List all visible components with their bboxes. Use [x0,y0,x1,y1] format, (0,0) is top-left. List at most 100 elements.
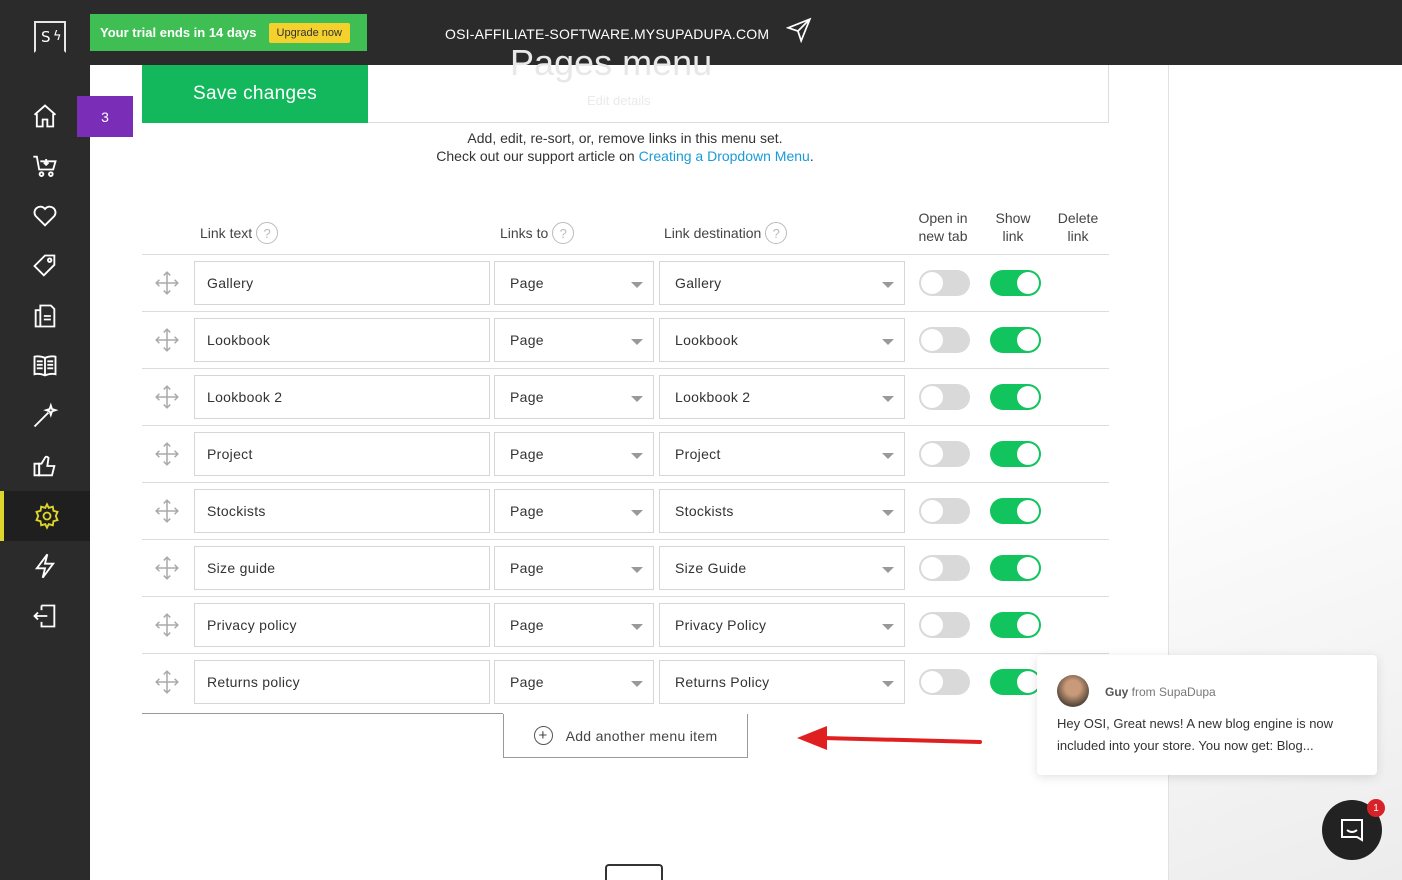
header-show-link-line2: link [1002,228,1024,244]
drag-handle-icon[interactable] [154,669,180,695]
drag-handle-icon[interactable] [154,384,180,410]
sidebar-item-marketing[interactable] [0,441,90,491]
toggle-knob [1017,272,1039,294]
add-menu-item-label: Add another menu item [565,727,718,744]
link-text-input[interactable]: Returns policy [194,660,490,704]
link-destination-value: Size Guide [675,560,747,576]
help-icon[interactable]: ? [256,222,279,244]
open-new-tab-toggle[interactable] [919,669,970,695]
sidebar-item-blog[interactable] [0,341,90,391]
link-destination-select[interactable]: Lookbook [659,318,905,362]
open-new-tab-toggle[interactable] [919,270,970,296]
open-new-tab-toggle[interactable] [919,327,970,353]
toggle-knob [921,443,943,465]
divider [142,713,503,714]
show-link-toggle[interactable] [990,327,1041,353]
links-to-select[interactable]: Page [494,432,654,476]
table-row: Privacy policy Page Privacy Policy [142,597,1109,654]
show-link-toggle[interactable] [990,669,1041,695]
header-delete-link: Delete link [1050,209,1106,245]
open-new-tab-toggle[interactable] [919,441,970,467]
add-menu-item-button[interactable]: + Add another menu item [503,714,748,758]
notification-badge[interactable]: 3 [77,96,133,137]
show-link-toggle[interactable] [990,612,1041,638]
drag-handle-icon[interactable] [154,270,180,296]
open-new-tab-toggle[interactable] [919,612,970,638]
link-text-input[interactable]: Lookbook 2 [194,375,490,419]
link-text-input[interactable]: Lookbook [194,318,490,362]
link-destination-select[interactable]: Lookbook 2 [659,375,905,419]
links-to-value: Page [510,446,544,462]
drag-handle-icon[interactable] [154,498,180,524]
tag-icon [33,254,56,277]
show-link-toggle[interactable] [990,270,1041,296]
sidebar-item-design[interactable] [0,391,90,441]
link-destination-value: Lookbook [675,332,739,348]
open-new-tab-toggle[interactable] [919,384,970,410]
chevron-down-icon [631,339,643,345]
link-destination-select[interactable]: Project [659,432,905,476]
header-show-link: Show link [984,209,1042,245]
link-text-input[interactable]: Stockists [194,489,490,533]
links-to-value: Page [510,389,544,405]
sidebar-item-settings[interactable] [0,491,90,541]
help-icon[interactable]: ? [765,222,788,244]
open-new-tab-toggle[interactable] [919,555,970,581]
links-to-select[interactable]: Page [494,489,654,533]
link-destination-select[interactable]: Size Guide [659,546,905,590]
save-button[interactable]: Save changes [142,65,368,123]
link-text-input[interactable]: Gallery [194,261,490,305]
table-row: Gallery Page Gallery [142,255,1109,312]
drag-handle-icon[interactable] [154,441,180,467]
upgrade-button[interactable]: Upgrade now [268,22,350,43]
chevron-down-icon [882,396,894,402]
support-article-link[interactable]: Creating a Dropdown Menu [639,148,810,164]
link-destination-select[interactable]: Privacy Policy [659,603,905,647]
site-url-link[interactable]: OSI-AFFILIATE-SOFTWARE.MYSUPADUPA.COM [445,26,769,42]
toggle-knob [1017,386,1039,408]
links-to-select[interactable]: Page [494,261,654,305]
chevron-down-icon [882,624,894,630]
show-link-toggle[interactable] [990,555,1041,581]
link-text-input[interactable]: Project [194,432,490,476]
show-link-toggle[interactable] [990,498,1041,524]
open-new-tab-toggle[interactable] [919,498,970,524]
links-to-select[interactable]: Page [494,318,654,362]
header-link-destination-label: Link destination [664,225,762,241]
link-destination-value: Gallery [675,275,722,291]
links-to-select[interactable]: Page [494,603,654,647]
chat-message-card[interactable]: Guy from SupaDupa Hey OSI, Great news! A… [1037,655,1377,775]
table-row: Returns policy Page Returns Policy [142,654,1109,711]
drag-handle-icon[interactable] [154,555,180,581]
help-icon[interactable]: ? [552,222,575,244]
links-to-select[interactable]: Page [494,546,654,590]
link-destination-select[interactable]: Returns Policy [659,660,905,704]
lightning-icon [34,553,56,579]
drag-handle-icon[interactable] [154,327,180,353]
chevron-down-icon [882,510,894,516]
chevron-down-icon [631,510,643,516]
sidebar-item-pages[interactable] [0,291,90,341]
pages-icon [34,304,56,328]
links-to-select[interactable]: Page [494,375,654,419]
link-text-input[interactable]: Privacy policy [194,603,490,647]
sidebar-item-logout[interactable] [0,591,90,641]
sidebar-item-apps[interactable] [0,541,90,591]
show-link-toggle[interactable] [990,384,1041,410]
link-text-input[interactable]: Size guide [194,546,490,590]
links-to-select[interactable]: Page [494,660,654,704]
table-row: Lookbook Page Lookbook [142,312,1109,369]
link-destination-select[interactable]: Stockists [659,489,905,533]
chevron-down-icon [882,681,894,687]
header-box [368,65,1109,123]
link-destination-value: Returns Policy [675,674,770,690]
show-link-toggle[interactable] [990,441,1041,467]
header-links-to-label: Links to [500,225,549,241]
link-destination-select[interactable]: Gallery [659,261,905,305]
logo[interactable]: Sϟ [34,21,66,53]
sidebar-item-favorites[interactable] [0,191,90,241]
drag-handle-icon[interactable] [154,612,180,638]
sidebar-item-discounts[interactable] [0,241,90,291]
send-icon[interactable] [786,17,812,43]
table-row: Size guide Page Size Guide [142,540,1109,597]
